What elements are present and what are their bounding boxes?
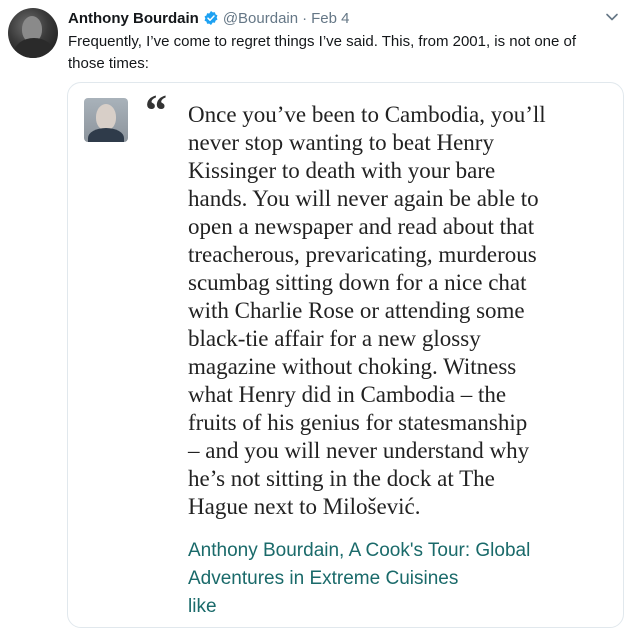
photo-head bbox=[96, 104, 116, 130]
quote-attribution[interactable]: Anthony Bourdain, A Cook's Tour: Global … bbox=[188, 537, 608, 621]
author-handle[interactable]: @Bourdain bbox=[223, 10, 298, 27]
quote-card[interactable]: “ Once you’ve been to Cambodia, you’ll n… bbox=[67, 82, 624, 628]
quote-mark: “ bbox=[145, 86, 167, 135]
chevron-down-icon[interactable] bbox=[605, 10, 619, 24]
tweet-header: Anthony Bourdain @Bourdain · Feb 4 bbox=[68, 8, 349, 28]
author-name[interactable]: Anthony Bourdain bbox=[68, 10, 199, 27]
quote-author-photo bbox=[84, 98, 128, 142]
tweet-text: Frequently, I’ve come to regret things I… bbox=[68, 33, 577, 72]
tweet-date[interactable]: Feb 4 bbox=[311, 10, 349, 27]
author-avatar[interactable] bbox=[8, 8, 58, 58]
photo-shoulders bbox=[88, 128, 124, 142]
avatar-body bbox=[14, 38, 54, 58]
separator-dot: · bbox=[302, 9, 308, 27]
quote-text: Once you’ve been to Cambodia, you’ll nev… bbox=[188, 102, 546, 519]
verified-badge-icon bbox=[204, 11, 218, 25]
